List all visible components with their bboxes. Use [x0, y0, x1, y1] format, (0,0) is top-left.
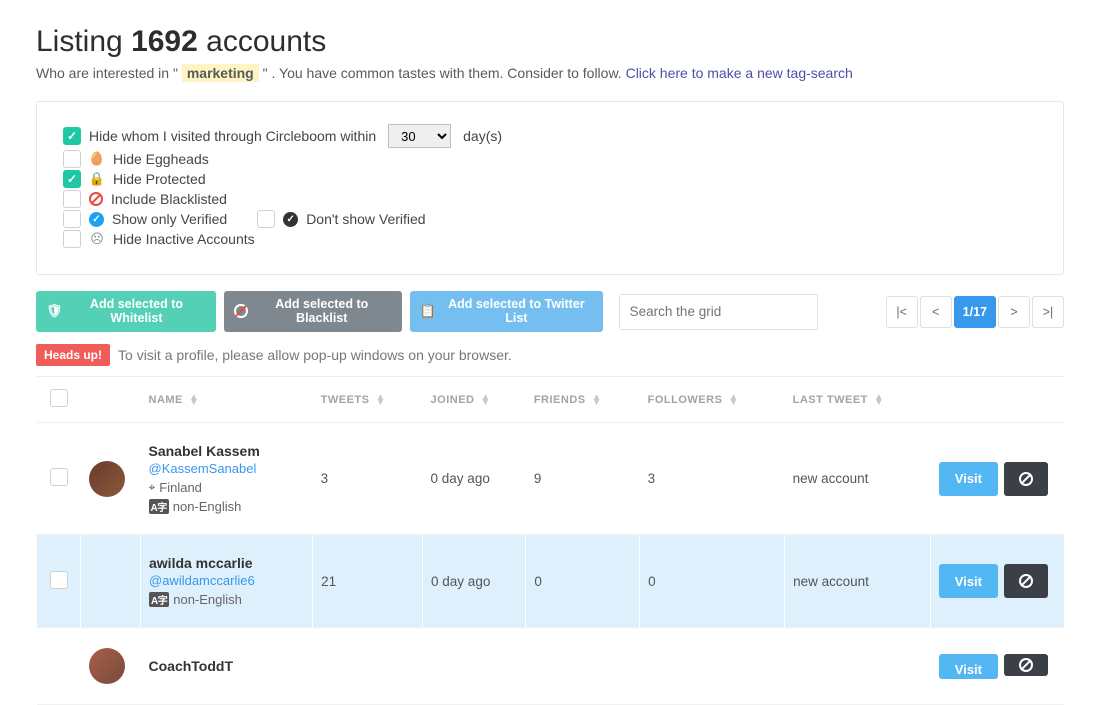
col-last-tweet[interactable]: LAST TWEET	[785, 377, 931, 423]
sort-icon	[728, 395, 738, 405]
visit-button[interactable]: Visit	[939, 654, 998, 679]
account-name: CoachToddT	[149, 658, 305, 674]
filter-label: Hide whom I visited through Circleboom w…	[89, 128, 376, 144]
inactive-icon: ☹	[89, 231, 105, 247]
hide-inactive-checkbox[interactable]	[63, 230, 81, 248]
filter-label: Include Blacklisted	[111, 191, 227, 207]
friends-cell: 9	[526, 423, 640, 535]
col-tweets[interactable]: TWEETS	[313, 377, 423, 423]
language-icon: A字	[149, 499, 169, 514]
row-checkbox[interactable]	[50, 468, 68, 486]
table-row: CoachToddT Visit	[37, 628, 1065, 705]
filter-label: Hide Eggheads	[113, 151, 209, 167]
account-name: awilda mccarlie	[149, 555, 304, 571]
last-tweet-cell: new account	[785, 535, 931, 628]
hide-eggheads-checkbox[interactable]	[63, 150, 81, 168]
page-prev-button[interactable]: <	[920, 296, 952, 328]
egg-icon: 🥚	[89, 151, 105, 167]
filter-label: Don't show Verified	[306, 211, 425, 227]
filter-label: day(s)	[463, 128, 502, 144]
page-title: Listing 1692 accounts	[36, 25, 1064, 59]
heads-up-text: To visit a profile, please allow pop-up …	[118, 347, 512, 363]
ban-icon	[1019, 658, 1033, 672]
location-icon: ⌖	[149, 480, 156, 495]
accounts-table: NAME TWEETS JOINED FRIENDS FOLLOWERS LAS…	[36, 376, 1064, 705]
blacklist-row-button[interactable]	[1004, 654, 1048, 676]
account-handle[interactable]: @KassemSanabel	[149, 461, 305, 476]
account-location: ⌖Finland	[149, 480, 305, 495]
list-icon: 📋	[420, 303, 436, 319]
sort-icon	[189, 395, 199, 405]
visit-button[interactable]: Visit	[939, 462, 998, 496]
joined-cell: 0 day ago	[423, 535, 526, 628]
account-language: A字non-English	[149, 592, 304, 607]
hide-protected-checkbox[interactable]	[63, 170, 81, 188]
new-tag-search-link[interactable]: Click here to make a new tag-search	[626, 65, 853, 81]
col-name[interactable]: NAME	[141, 377, 313, 423]
show-verified-checkbox[interactable]	[63, 210, 81, 228]
sort-icon	[376, 395, 386, 405]
account-name: Sanabel Kassem	[149, 443, 305, 459]
subtitle: Who are interested in " marketing " . Yo…	[36, 65, 1064, 81]
visit-button[interactable]: Visit	[939, 564, 998, 598]
ban-icon	[1019, 472, 1033, 486]
verified-icon: ✓	[89, 212, 104, 227]
joined-cell: 0 day ago	[423, 423, 526, 535]
col-joined[interactable]: JOINED	[423, 377, 526, 423]
avatar	[89, 648, 125, 684]
days-select[interactable]: 30	[388, 124, 451, 148]
ban-icon	[89, 192, 103, 206]
table-row: Sanabel Kassem @KassemSanabel ⌖Finland A…	[37, 423, 1065, 535]
friends-cell: 0	[526, 535, 640, 628]
heads-up-badge: Heads up!	[36, 344, 110, 366]
pagination: |< < 1/17 > >|	[886, 296, 1064, 328]
shield-check-icon: 🛡	[46, 303, 63, 319]
sort-icon	[592, 395, 602, 405]
sort-icon	[481, 395, 491, 405]
include-blacklisted-checkbox[interactable]	[63, 190, 81, 208]
ban-icon	[234, 304, 247, 318]
page-next-button[interactable]: >	[998, 296, 1030, 328]
add-whitelist-button[interactable]: 🛡Add selected to Whitelist	[36, 291, 216, 332]
account-language: A字non-English	[149, 499, 305, 514]
verified-off-icon: ✓	[283, 212, 298, 227]
language-icon: A字	[149, 592, 169, 607]
col-followers[interactable]: FOLLOWERS	[640, 377, 785, 423]
page-first-button[interactable]: |<	[886, 296, 918, 328]
ban-icon	[1019, 574, 1033, 588]
sort-icon	[874, 395, 884, 405]
filter-panel: Hide whom I visited through Circleboom w…	[36, 101, 1064, 275]
row-checkbox[interactable]	[50, 571, 68, 589]
page-indicator[interactable]: 1/17	[954, 296, 996, 328]
blacklist-row-button[interactable]	[1004, 564, 1048, 598]
hide-visited-checkbox[interactable]	[63, 127, 81, 145]
filter-label: Show only Verified	[112, 211, 227, 227]
search-tag: marketing	[182, 64, 259, 82]
filter-label: Hide Inactive Accounts	[113, 231, 255, 247]
lock-icon: 🔒	[89, 171, 105, 187]
select-all-checkbox[interactable]	[50, 389, 68, 407]
blacklist-row-button[interactable]	[1004, 462, 1048, 496]
tweets-cell: 21	[313, 535, 423, 628]
dont-show-verified-checkbox[interactable]	[257, 210, 275, 228]
followers-cell: 3	[640, 423, 785, 535]
account-handle[interactable]: @awildamccarlie6	[149, 573, 304, 588]
table-row: awilda mccarlie @awildamccarlie6 A字non-E…	[37, 535, 1065, 628]
avatar	[89, 461, 125, 497]
last-tweet-cell: new account	[785, 423, 931, 535]
add-twitter-list-button[interactable]: 📋Add selected to Twitter List	[410, 291, 603, 332]
add-blacklist-button[interactable]: Add selected to Blacklist	[224, 291, 401, 332]
col-friends[interactable]: FRIENDS	[526, 377, 640, 423]
tweets-cell: 3	[313, 423, 423, 535]
followers-cell: 0	[640, 535, 785, 628]
page-last-button[interactable]: >|	[1032, 296, 1064, 328]
filter-label: Hide Protected	[113, 171, 206, 187]
search-grid-input[interactable]	[619, 294, 818, 330]
